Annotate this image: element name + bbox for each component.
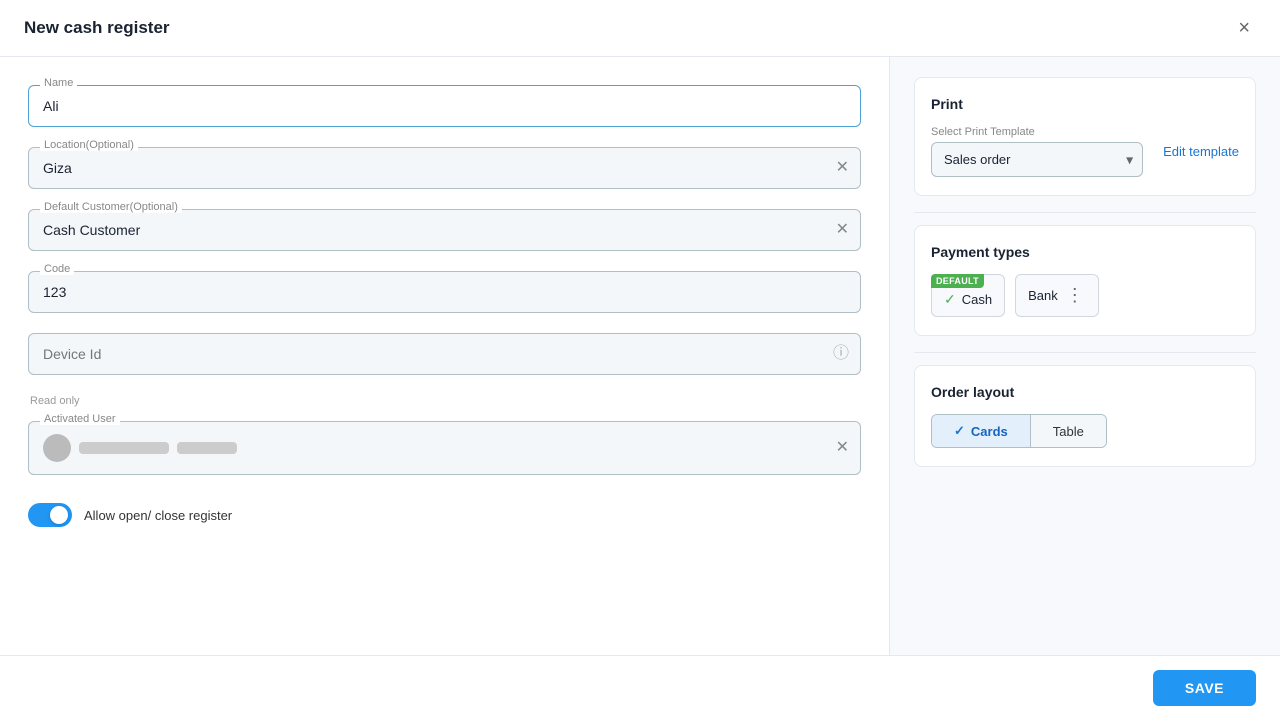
close-button[interactable]: × (1232, 16, 1256, 40)
check-icon: ✓ (944, 291, 956, 308)
read-only-hint: Read only (30, 395, 861, 407)
default-customer-clear-button[interactable]: ✕ (834, 220, 851, 240)
modal-body: Name Location(Optional) ✕ Default Custom… (0, 57, 1280, 655)
right-panel: Print Select Print Template Sales order … (890, 57, 1280, 655)
default-customer-label: Default Customer(Optional) (40, 201, 182, 213)
cards-label: Cards (971, 424, 1008, 439)
order-layout-section: Order layout ✓ Cards Table (914, 365, 1256, 467)
cards-layout-button[interactable]: ✓ Cards (932, 415, 1031, 447)
code-input[interactable] (28, 271, 861, 313)
modal-title: New cash register (24, 18, 170, 38)
location-clear-button[interactable]: ✕ (834, 158, 851, 178)
location-input[interactable] (28, 147, 861, 189)
allow-register-toggle[interactable] (28, 503, 72, 527)
default-customer-input[interactable] (28, 209, 861, 251)
name-field-group: Name (28, 85, 861, 127)
location-field-group: Location(Optional) ✕ (28, 147, 861, 189)
bank-more-button[interactable]: ⋮ (1064, 285, 1086, 306)
print-row: Select Print Template Sales order Invoic… (931, 126, 1239, 177)
select-print-label: Select Print Template (931, 126, 1143, 138)
toggle-label: Allow open/ close register (84, 508, 232, 523)
select-wrapper: Sales order Invoice Receipt ▾ (931, 142, 1143, 177)
print-section: Print Select Print Template Sales order … (914, 77, 1256, 196)
select-print-wrapper: Select Print Template Sales order Invoic… (931, 126, 1143, 177)
order-layout-title: Order layout (931, 384, 1239, 400)
bank-label: Bank (1028, 288, 1058, 303)
modal-header: New cash register × (0, 0, 1280, 57)
activated-user-label: Activated User (40, 413, 120, 425)
code-label: Code (40, 263, 74, 275)
avatar-name-blur (79, 442, 169, 454)
payment-section-title: Payment types (931, 244, 1239, 260)
table-layout-button[interactable]: Table (1031, 415, 1106, 447)
location-label: Location(Optional) (40, 139, 138, 151)
layout-btn-group: ✓ Cards Table (931, 414, 1107, 448)
default-customer-field-group: Default Customer(Optional) ✕ (28, 209, 861, 251)
avatar-extra-blur (177, 442, 237, 454)
code-field-group: Code (28, 271, 861, 313)
toggle-row: Allow open/ close register (28, 503, 861, 527)
payment-section: Payment types DEFAULT ✓ Cash Bank ⋮ (914, 225, 1256, 336)
device-id-info-button[interactable]: ⓘ (831, 344, 851, 364)
print-section-title: Print (931, 96, 1239, 112)
name-input[interactable] (28, 85, 861, 127)
payment-types-row: DEFAULT ✓ Cash Bank ⋮ (931, 274, 1239, 317)
cash-payment-card[interactable]: DEFAULT ✓ Cash (931, 274, 1005, 317)
modal-footer: SAVE (0, 655, 1280, 720)
avatar (43, 434, 71, 462)
activated-user-clear-button[interactable]: ✕ (834, 438, 851, 458)
device-id-field-group: ⓘ (28, 333, 861, 375)
cash-label: Cash (962, 292, 992, 307)
default-badge: DEFAULT (931, 274, 984, 288)
device-id-input[interactable] (28, 333, 861, 375)
activated-user-input[interactable] (28, 421, 861, 475)
edit-template-button[interactable]: Edit template (1163, 144, 1239, 159)
divider-1 (914, 212, 1256, 213)
name-label: Name (40, 77, 77, 89)
bank-payment-card[interactable]: Bank ⋮ (1015, 274, 1099, 317)
activated-user-field-group: Activated User ✕ (28, 421, 861, 475)
new-cash-register-modal: New cash register × Name Location(Option… (0, 0, 1280, 720)
save-button[interactable]: SAVE (1153, 670, 1256, 706)
print-template-select[interactable]: Sales order Invoice Receipt (931, 142, 1143, 177)
table-label: Table (1053, 424, 1084, 439)
cards-check-icon: ✓ (954, 423, 965, 439)
left-panel: Name Location(Optional) ✕ Default Custom… (0, 57, 890, 655)
divider-2 (914, 352, 1256, 353)
